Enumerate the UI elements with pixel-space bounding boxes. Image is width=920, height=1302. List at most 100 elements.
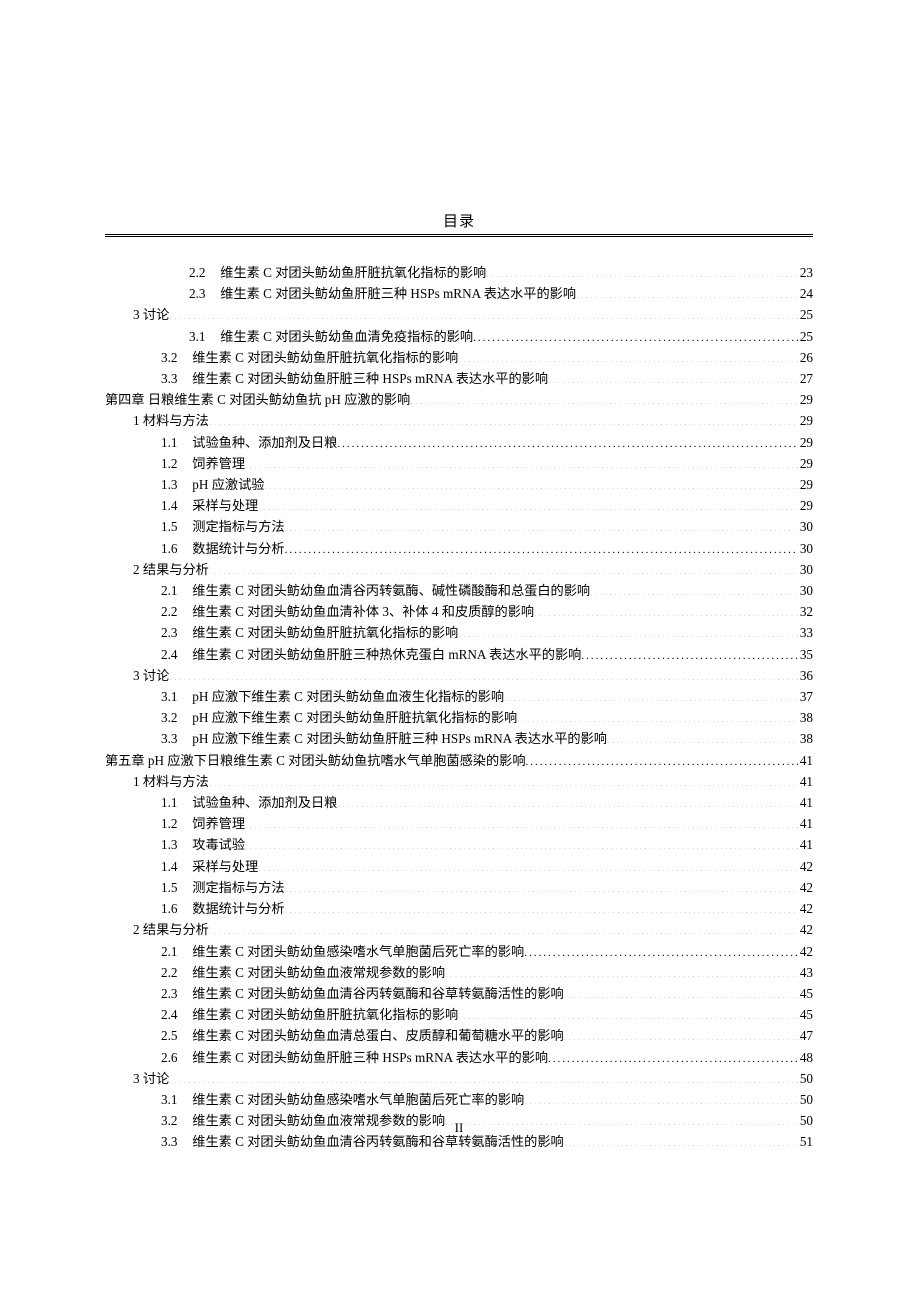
- toc-entry: 3.2 维生素 C 对团头鲂幼鱼肝脏抗氧化指标的影响26: [105, 347, 813, 368]
- toc-entry-page: 25: [798, 304, 813, 325]
- toc-entry-page: 24: [798, 283, 813, 304]
- toc-entry-label: 1.5 测定指标与方法: [161, 516, 285, 537]
- toc-entry: 1.3 攻毒试验41: [105, 834, 813, 855]
- toc-entry-text: 维生素 C 对团头鲂幼鱼肝脏三种热休克蛋白 mRNA 表达水平的影响: [189, 647, 581, 662]
- toc-entry-label: 3.1 维生素 C 对团头鲂幼鱼感染嗜水气单胞菌后死亡率的影响: [161, 1089, 524, 1110]
- toc-entry: 1.3 pH 应激试验29: [105, 474, 813, 495]
- toc-entry-text: 饲养管理: [189, 456, 245, 471]
- toc-dot-leader: [245, 815, 798, 828]
- toc-entry-number: 2.5: [161, 1025, 189, 1046]
- toc-entry: 2.5 维生素 C 对团头鲂幼鱼血清总蛋白、皮质醇和葡萄糖水平的影响47: [105, 1025, 813, 1046]
- toc-dot-leader: [526, 751, 798, 764]
- toc-entry-number: 1.2: [161, 453, 189, 474]
- toc-entry-page: 45: [798, 983, 813, 1004]
- toc-entry-text: 维生素 C 对团头鲂幼鱼血清谷丙转氨酶和谷草转氨酶活性的影响: [189, 986, 564, 1001]
- toc-entry-label: 3 讨论: [133, 665, 169, 686]
- toc-entry-label: 第五章 pH 应激下日粮维生素 C 对团头鲂幼鱼抗嗜水气单胞菌感染的影响: [105, 750, 526, 771]
- toc-entry-text: 维生素 C 对团头鲂幼鱼血清谷丙转氨酶和谷草转氨酶活性的影响: [189, 1134, 564, 1149]
- toc-entry-text: 维生素 C 对团头鲂幼鱼肝脏抗氧化指标的影响: [189, 1007, 458, 1022]
- toc-dot-leader: [607, 730, 798, 743]
- toc-entry-page: 29: [798, 389, 813, 410]
- toc-entry-page: 29: [798, 410, 813, 431]
- toc-entry: 1.5 测定指标与方法30: [105, 516, 813, 537]
- toc-entry-label: 3.1 维生素 C 对团头鲂幼鱼血清免疫指标的影响: [189, 326, 473, 347]
- toc-dot-leader: [410, 391, 798, 404]
- toc-entry-page: 43: [798, 962, 813, 983]
- toc-entry-number: 2.1: [161, 580, 189, 601]
- toc-dot-leader: [473, 327, 798, 340]
- header-rule-2: [105, 236, 813, 237]
- toc-entry: 1.4 采样与处理29: [105, 495, 813, 516]
- toc-dot-leader: [209, 412, 798, 425]
- table-of-contents: 2.2 维生素 C 对团头鲂幼鱼肝脏抗氧化指标的影响232.3 维生素 C 对团…: [105, 262, 813, 1153]
- toc-entry: 3.3 维生素 C 对团头鲂幼鱼肝脏三种 HSPs mRNA 表达水平的影响27: [105, 368, 813, 389]
- toc-entry-label: 2.3 维生素 C 对团头鲂幼鱼肝脏三种 HSPs mRNA 表达水平的影响: [189, 283, 576, 304]
- toc-dot-leader: [258, 497, 798, 510]
- toc-entry: 1.2 饲养管理29: [105, 453, 813, 474]
- toc-dot-leader: [264, 476, 797, 489]
- toc-entry-text: 数据统计与分析: [189, 541, 285, 556]
- toc-entry-page: 41: [798, 813, 813, 834]
- toc-entry-number: 3.1: [161, 686, 189, 707]
- toc-entry-text: 维生素 C 对团头鲂幼鱼肝脏三种 HSPs mRNA 表达水平的影响: [217, 286, 576, 301]
- toc-dot-leader: [285, 539, 798, 552]
- toc-entry: 1.5 测定指标与方法 42: [105, 877, 813, 898]
- toc-entry-page: 30: [798, 559, 813, 580]
- toc-entry: 2.2 维生素 C 对团头鲂幼鱼血清补体 3、补体 4 和皮质醇的影响32: [105, 601, 813, 622]
- toc-entry-label: 2 结果与分析: [133, 919, 209, 940]
- toc-dot-leader: [258, 858, 798, 871]
- toc-entry-label: 1 材料与方法: [133, 771, 209, 792]
- toc-entry-label: 2.2 维生素 C 对团头鲂幼鱼血清补体 3、补体 4 和皮质醇的影响: [161, 601, 534, 622]
- toc-entry-page: 42: [798, 877, 813, 898]
- toc-entry: 1.2 饲养管理 41: [105, 813, 813, 834]
- toc-dot-leader: [581, 645, 797, 658]
- toc-entry: 2.3 维生素 C 对团头鲂幼鱼肝脏三种 HSPs mRNA 表达水平的影响 24: [105, 283, 813, 304]
- toc-entry-number: 3.1: [161, 1089, 189, 1110]
- toc-entry: 3.1 维生素 C 对团头鲂幼鱼血清免疫指标的影响25: [105, 326, 813, 347]
- toc-entry-number: 3.2: [161, 347, 189, 368]
- toc-entry-label: 3 讨论: [133, 304, 169, 325]
- toc-entry: 1 材料与方法 41: [105, 771, 813, 792]
- toc-entry-number: 3.3: [161, 728, 189, 749]
- toc-entry: 2.6 维生素 C 对团头鲂幼鱼肝脏三种 HSPs mRNA 表达水平的影响48: [105, 1047, 813, 1068]
- toc-entry-number: 1.3: [161, 474, 189, 495]
- toc-entry-label: 1.4 采样与处理: [161, 856, 258, 877]
- toc-entry-number: 1.5: [161, 877, 189, 898]
- toc-entry-text: 测定指标与方法: [189, 880, 285, 895]
- toc-dot-leader: [524, 942, 798, 955]
- toc-entry-text: 数据统计与分析: [189, 901, 285, 916]
- toc-entry-page: 29: [798, 432, 813, 453]
- toc-entry-page: 41: [798, 771, 813, 792]
- toc-entry-label: 1.2 饲养管理: [161, 453, 245, 474]
- toc-entry: 1.1 试验鱼种、添加剂及日粮 29: [105, 432, 813, 453]
- toc-entry-page: 42: [798, 856, 813, 877]
- toc-entry-number: 1.2: [161, 813, 189, 834]
- toc-entry-text: 采样与处理: [189, 498, 258, 513]
- toc-entry-page: 50: [798, 1068, 813, 1089]
- toc-dot-leader: [285, 518, 798, 531]
- page-number: II: [105, 1120, 813, 1136]
- toc-entry-page: 29: [798, 474, 813, 495]
- toc-entry-number: 2.2: [161, 962, 189, 983]
- document-page: 目录 2.2 维生素 C 对团头鲂幼鱼肝脏抗氧化指标的影响232.3 维生素 C…: [105, 210, 813, 1153]
- toc-entry-text: pH 应激下维生素 C 对团头鲂幼鱼肝脏三种 HSPs mRNA 表达水平的影响: [189, 731, 607, 746]
- toc-entry-text: 试验鱼种、添加剂及日粮: [189, 435, 337, 450]
- toc-entry-text: pH 应激下维生素 C 对团头鲂幼鱼肝脏抗氧化指标的影响: [189, 710, 517, 725]
- toc-entry-label: 3.1 pH 应激下维生素 C 对团头鲂幼鱼血液生化指标的影响: [161, 686, 504, 707]
- toc-entry-label: 1.2 饲养管理: [161, 813, 245, 834]
- toc-dot-leader: [285, 879, 798, 892]
- toc-entry-number: 1.1: [161, 432, 189, 453]
- toc-entry-label: 1 材料与方法: [133, 410, 209, 431]
- toc-entry: 1 材料与方法 29: [105, 410, 813, 431]
- toc-dot-leader: [524, 1091, 798, 1104]
- toc-entry-page: 35: [798, 644, 813, 665]
- toc-entry: 3 讨论 25: [105, 304, 813, 325]
- toc-entry: 3.2 pH 应激下维生素 C 对团头鲂幼鱼肝脏抗氧化指标的影响38: [105, 707, 813, 728]
- toc-dot-leader: [209, 561, 798, 574]
- toc-entry-number: 3.3: [161, 368, 189, 389]
- toc-dot-leader: [169, 306, 798, 319]
- toc-entry-text: 维生素 C 对团头鲂幼鱼肝脏抗氧化指标的影响: [189, 625, 458, 640]
- toc-entry: 第五章 pH 应激下日粮维生素 C 对团头鲂幼鱼抗嗜水气单胞菌感染的影响 41: [105, 750, 813, 771]
- toc-entry-page: 41: [798, 750, 813, 771]
- toc-entry-label: 1.6 数据统计与分析: [161, 538, 285, 559]
